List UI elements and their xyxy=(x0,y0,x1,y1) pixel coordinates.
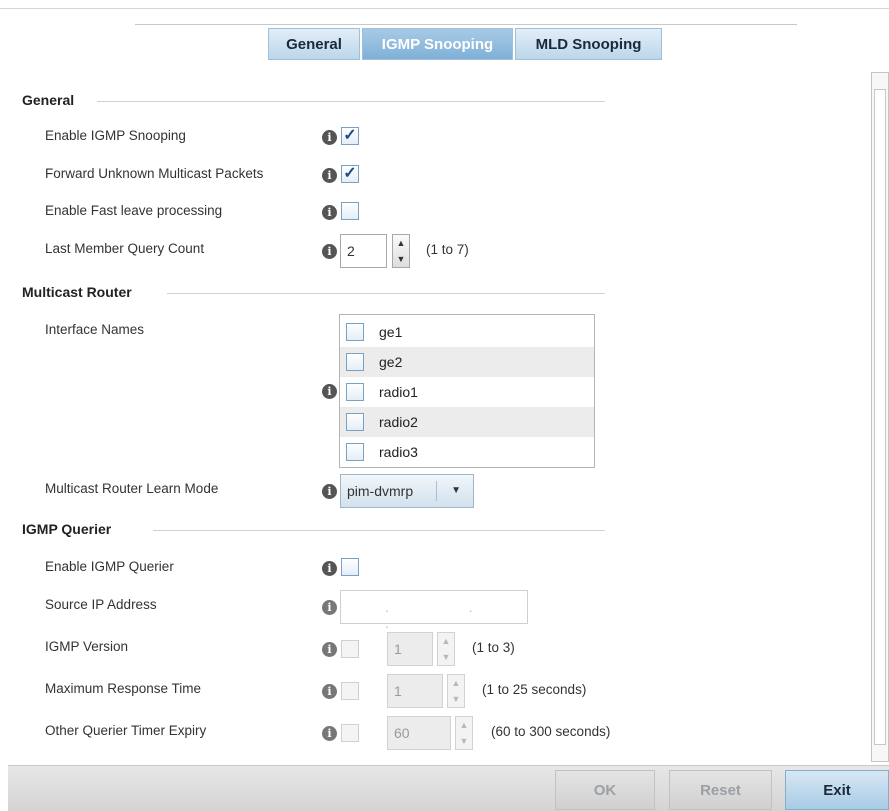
info-icon[interactable]: i xyxy=(322,561,337,576)
info-icon[interactable]: i xyxy=(322,684,337,699)
chevron-up-icon[interactable]: ▲ xyxy=(448,675,464,691)
learn-mode-value: pim-dvmrp xyxy=(347,483,414,499)
chevron-up-icon[interactable]: ▲ xyxy=(456,717,472,733)
list-item[interactable]: radio2 xyxy=(340,407,594,437)
info-icon[interactable]: i xyxy=(322,205,337,220)
learn-mode-select[interactable]: pim-dvmrp ▼ xyxy=(340,474,474,508)
other-querier-stepper[interactable]: ▲ ▼ xyxy=(455,716,473,750)
info-icon[interactable]: i xyxy=(322,726,337,741)
last-member-query-label: Last Member Query Count xyxy=(45,241,205,256)
section-divider xyxy=(97,101,605,102)
tab-general[interactable]: General xyxy=(268,28,360,60)
max-response-label: Maximum Response Time xyxy=(45,681,202,696)
other-querier-enable-checkbox[interactable] xyxy=(341,724,359,742)
section-divider xyxy=(167,293,605,294)
list-item[interactable]: ge1 xyxy=(340,317,594,347)
forward-unknown-checkbox[interactable]: ✓ xyxy=(341,165,359,183)
select-divider xyxy=(436,481,437,501)
fast-leave-label: Enable Fast leave processing xyxy=(45,203,223,218)
top-divider xyxy=(0,8,889,9)
scrollbar-thumb[interactable] xyxy=(874,89,886,745)
info-icon[interactable]: i xyxy=(322,384,337,399)
list-item[interactable]: radio3 xyxy=(340,437,594,467)
enable-igmp-querier-label: Enable IGMP Querier xyxy=(45,559,174,574)
igmp-version-hint: (1 to 3) xyxy=(472,640,515,655)
chevron-down-icon[interactable]: ▼ xyxy=(448,691,464,707)
info-icon[interactable]: i xyxy=(322,130,337,145)
info-icon[interactable]: i xyxy=(322,244,337,259)
igmp-version-input[interactable]: 1 xyxy=(387,632,433,666)
info-icon[interactable]: i xyxy=(322,600,337,615)
tab-divider xyxy=(135,24,797,25)
section-igmp-querier-title: IGMP Querier xyxy=(22,521,112,537)
last-member-query-hint: (1 to 7) xyxy=(426,242,469,257)
other-querier-hint: (60 to 300 seconds) xyxy=(491,724,611,739)
forward-unknown-label: Forward Unknown Multicast Packets xyxy=(45,166,264,181)
list-item[interactable]: ge2 xyxy=(340,347,594,377)
info-icon[interactable]: i xyxy=(322,642,337,657)
dropdown-arrow-icon[interactable]: ▼ xyxy=(451,475,461,507)
learn-mode-label: Multicast Router Learn Mode xyxy=(45,481,219,496)
max-response-enable-checkbox[interactable] xyxy=(341,682,359,700)
igmp-version-label: IGMP Version xyxy=(45,639,129,654)
interface-checkbox[interactable] xyxy=(346,413,364,431)
info-icon[interactable]: i xyxy=(322,168,337,183)
interface-name: ge2 xyxy=(379,354,403,370)
igmp-version-enable-checkbox[interactable] xyxy=(341,640,359,658)
reset-button[interactable]: Reset xyxy=(669,770,772,810)
chevron-up-icon[interactable]: ▲ xyxy=(438,633,454,649)
other-querier-input[interactable]: 60 xyxy=(387,716,451,750)
source-ip-input[interactable]: . . . xyxy=(340,590,528,631)
last-member-query-input[interactable]: 2 xyxy=(340,234,387,268)
last-member-query-stepper[interactable]: ▲ ▼ xyxy=(392,234,410,268)
list-item[interactable]: radio1 xyxy=(340,377,594,407)
max-response-stepper[interactable]: ▲ ▼ xyxy=(447,674,465,708)
interface-name: ge1 xyxy=(379,324,403,340)
section-multicast-router-title: Multicast Router xyxy=(22,284,132,300)
interface-name: radio1 xyxy=(379,384,418,400)
info-icon[interactable]: i xyxy=(322,484,337,499)
enable-igmp-snooping-label: Enable IGMP Snooping xyxy=(45,128,186,143)
interface-listbox[interactable]: ge1 ge2 radio1 radio2 radio3 xyxy=(339,314,595,468)
section-general-title: General xyxy=(22,92,75,108)
max-response-hint: (1 to 25 seconds) xyxy=(482,682,587,697)
ip-octet-separators: . . . xyxy=(385,599,511,631)
interface-names-label: Interface Names xyxy=(45,322,145,337)
interface-checkbox[interactable] xyxy=(346,383,364,401)
chevron-down-icon[interactable]: ▼ xyxy=(438,649,454,665)
igmp-version-stepper[interactable]: ▲ ▼ xyxy=(437,632,455,666)
chevron-up-icon[interactable]: ▲ xyxy=(393,235,409,251)
interface-name: radio3 xyxy=(379,444,418,460)
section-divider xyxy=(153,530,605,531)
source-ip-label: Source IP Address xyxy=(45,597,157,612)
ok-button[interactable]: OK xyxy=(555,770,655,810)
tab-igmp-snooping[interactable]: IGMP Snooping xyxy=(362,28,513,60)
vertical-scrollbar[interactable] xyxy=(871,72,889,762)
chevron-down-icon[interactable]: ▼ xyxy=(456,733,472,749)
max-response-input[interactable]: 1 xyxy=(387,674,443,708)
tab-mld-snooping[interactable]: MLD Snooping xyxy=(515,28,662,60)
interface-checkbox[interactable] xyxy=(346,323,364,341)
chevron-down-icon[interactable]: ▼ xyxy=(393,251,409,267)
interface-name: radio2 xyxy=(379,414,418,430)
enable-igmp-querier-checkbox[interactable] xyxy=(341,558,359,576)
interface-checkbox[interactable] xyxy=(346,443,364,461)
enable-igmp-snooping-checkbox[interactable]: ✓ xyxy=(341,127,359,145)
other-querier-label: Other Querier Timer Expiry xyxy=(45,723,207,738)
fast-leave-checkbox[interactable] xyxy=(341,202,359,220)
exit-button[interactable]: Exit xyxy=(785,770,889,810)
interface-checkbox[interactable] xyxy=(346,353,364,371)
